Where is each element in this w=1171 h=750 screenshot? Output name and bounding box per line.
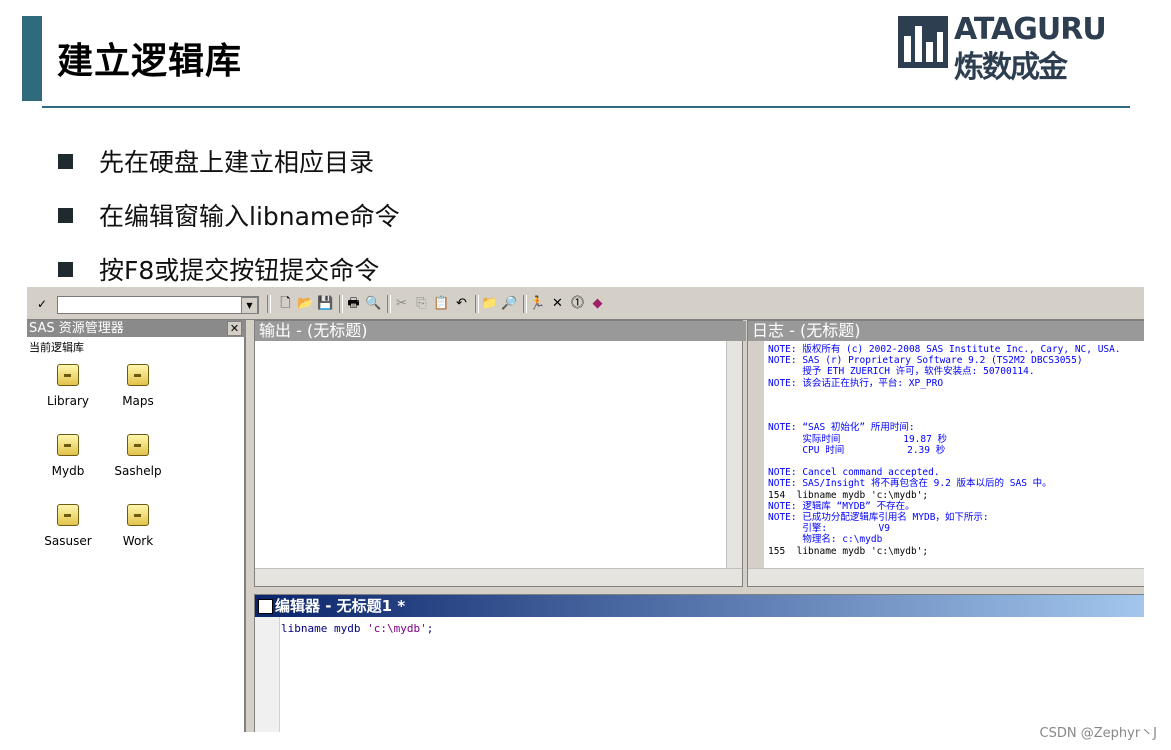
log-line: NOTE: SAS/Insight 将不再包含在 9.2 版本以后的 SAS 中…: [768, 478, 1052, 490]
square-bullet-icon: [58, 261, 73, 277]
log-line: NOTE: 版权所有 (c) 2002-2008 SAS Institute I…: [768, 344, 1121, 355]
library-drawer-icon: [127, 434, 149, 456]
editor-window-icon: [258, 599, 273, 614]
ataguru-logo: ATAGURU 炼数成金: [898, 12, 1138, 85]
library-drawer-icon: [57, 364, 79, 386]
close-icon[interactable]: ✕: [227, 321, 242, 336]
log-line: NOTE: “SAS 初始化” 所用时间:: [768, 422, 915, 434]
clear-icon[interactable]: ✕: [549, 295, 566, 312]
library-label: Library: [47, 394, 89, 408]
print-icon[interactable]: 🖶: [345, 295, 362, 312]
sas-screenshot: ✓ ▼ 🗋 📂 💾 🖶 🔍 ✂ ⎘ 📋 ↶ 📁 🔎 🏃 ✕ ⓵ ◆ SAS 资源…: [27, 287, 1144, 732]
library-label: Sashelp: [114, 464, 162, 478]
editor-title: 编辑器 - 无标题1 *: [255, 595, 1144, 617]
square-bullet-icon: [58, 153, 73, 169]
library-label: Mydb: [51, 464, 85, 478]
slide-title: 建立逻辑库: [57, 41, 243, 82]
submit-run-icon[interactable]: 🏃: [529, 295, 546, 312]
chevron-down-icon[interactable]: ▼: [241, 297, 258, 314]
log-horizontal-scrollbar[interactable]: [748, 568, 1144, 586]
toolbar-separator: [267, 295, 271, 313]
bullet-item: 先在硬盘上建立相应目录: [58, 134, 400, 188]
log-line: 155 libname mydb 'c:\mydb';: [768, 545, 929, 557]
log-text: NOTE: 版权所有 (c) 2002-2008 SAS Institute I…: [768, 344, 1121, 557]
code-string: 'c:\mydb': [367, 622, 427, 635]
print-preview-icon[interactable]: 🔍: [365, 295, 382, 312]
copy-icon[interactable]: ⎘: [413, 295, 430, 312]
cut-icon[interactable]: ✂: [393, 295, 410, 312]
command-input[interactable]: [57, 296, 259, 314]
library-label: Work: [122, 534, 154, 548]
watermark: CSDN @Zephyr丶J: [1039, 726, 1157, 741]
open-folder-icon[interactable]: 📂: [297, 295, 314, 312]
bullet-item: 在编辑窗输入libname命令: [58, 188, 400, 242]
library-item[interactable]: Sasuser: [38, 504, 98, 548]
library-icon[interactable]: 📁: [481, 295, 498, 312]
output-window[interactable]: 输出 - (无标题): [254, 320, 746, 587]
title-accent-bar: [22, 16, 42, 101]
log-line: CPU 时间 2.39 秒: [768, 444, 946, 456]
log-title: 日志 - (无标题): [748, 321, 1144, 341]
toolbar-separator: [387, 295, 391, 313]
library-item[interactable]: Maps: [108, 364, 168, 408]
log-line: NOTE: 该会话正在执行，平台: XP_PRO: [768, 377, 944, 389]
square-bullet-icon: [58, 207, 73, 223]
log-line: 物理名: c:\mydb: [768, 534, 883, 546]
log-line: 授予 ETH ZUERICH 许可，软件安装点: 50700114.: [768, 366, 1035, 378]
toolbar-separator: [475, 295, 479, 313]
break-icon[interactable]: ⓵: [569, 295, 586, 312]
library-item[interactable]: Library: [38, 364, 98, 408]
output-title: 输出 - (无标题): [255, 321, 746, 341]
library-item[interactable]: Sashelp: [108, 434, 168, 478]
output-horizontal-scrollbar[interactable]: [255, 568, 742, 586]
log-line: 154 libname mydb 'c:\mydb';: [768, 489, 929, 501]
logo-mark-icon: [898, 16, 948, 68]
paste-icon[interactable]: 📋: [433, 295, 450, 312]
bullet-text: 按F8或提交按钮提交命令: [99, 256, 380, 285]
log-line: 实际时间 19.87 秒: [768, 433, 948, 445]
bullet-text: 在编辑窗输入libname命令: [99, 202, 400, 231]
library-drawer-icon: [57, 504, 79, 526]
output-vertical-scrollbar[interactable]: [726, 341, 742, 568]
logo-text-bottom: 炼数成金: [954, 50, 1068, 85]
editor-code[interactable]: libname mydb 'c:\mydb';: [281, 622, 433, 635]
log-line: NOTE: Cancel command accepted.: [768, 467, 940, 479]
library-drawer-icon: [127, 364, 149, 386]
library-item[interactable]: Mydb: [38, 434, 98, 478]
save-icon[interactable]: 💾: [317, 295, 334, 312]
log-line: NOTE: 逻辑库 “MYDB” 不存在。: [768, 500, 915, 512]
library-label: Maps: [122, 394, 154, 408]
title-divider: [42, 106, 1130, 108]
toolbar-separator: [523, 295, 527, 313]
log-line: NOTE: 已成功分配逻辑库引用名 MYDB，如下所示:: [768, 512, 989, 524]
library-item[interactable]: Work: [108, 504, 168, 548]
help-book-icon[interactable]: ◆: [589, 295, 606, 312]
log-window[interactable]: 日志 - (无标题) NOTE: 版权所有 (c) 2002-2008 SAS …: [747, 320, 1144, 587]
code-end: ;: [426, 622, 434, 635]
editor-gutter: [255, 617, 280, 732]
explorer-pane: SAS 资源管理器 ✕ 当前逻辑库 Library Maps Mydb Sash…: [27, 320, 246, 732]
library-drawer-icon: [57, 434, 79, 456]
log-vertical-scrollbar[interactable]: [748, 341, 764, 568]
library-label: Sasuser: [44, 534, 92, 548]
undo-icon[interactable]: ↶: [453, 295, 470, 312]
explorer-title: SAS 资源管理器: [27, 320, 246, 337]
toolbar-separator: [339, 295, 343, 313]
sas-toolbar: ✓ ▼ 🗋 📂 💾 🖶 🔍 ✂ ⎘ 📋 ↶ 📁 🔎 🏃 ✕ ⓵ ◆: [27, 287, 1144, 320]
new-file-icon[interactable]: 🗋: [277, 295, 294, 312]
log-line: 引擎: V9: [768, 523, 890, 535]
library-drawer-icon: [127, 504, 149, 526]
explorer-icon[interactable]: 🔎: [501, 295, 518, 312]
editor-window[interactable]: 编辑器 - 无标题1 * libname mydb 'c:\mydb';: [254, 594, 1144, 732]
log-line: NOTE: SAS (r) Proprietary Software 9.2 (…: [768, 355, 1083, 367]
checkmark-icon[interactable]: ✓: [37, 297, 47, 311]
bullet-text: 先在硬盘上建立相应目录: [99, 148, 375, 177]
explorer-subtitle: 当前逻辑库: [29, 341, 84, 354]
bullet-list: 先在硬盘上建立相应目录 在编辑窗输入libname命令 按F8或提交按钮提交命令: [58, 134, 400, 296]
code-keyword: libname mydb: [281, 622, 368, 635]
